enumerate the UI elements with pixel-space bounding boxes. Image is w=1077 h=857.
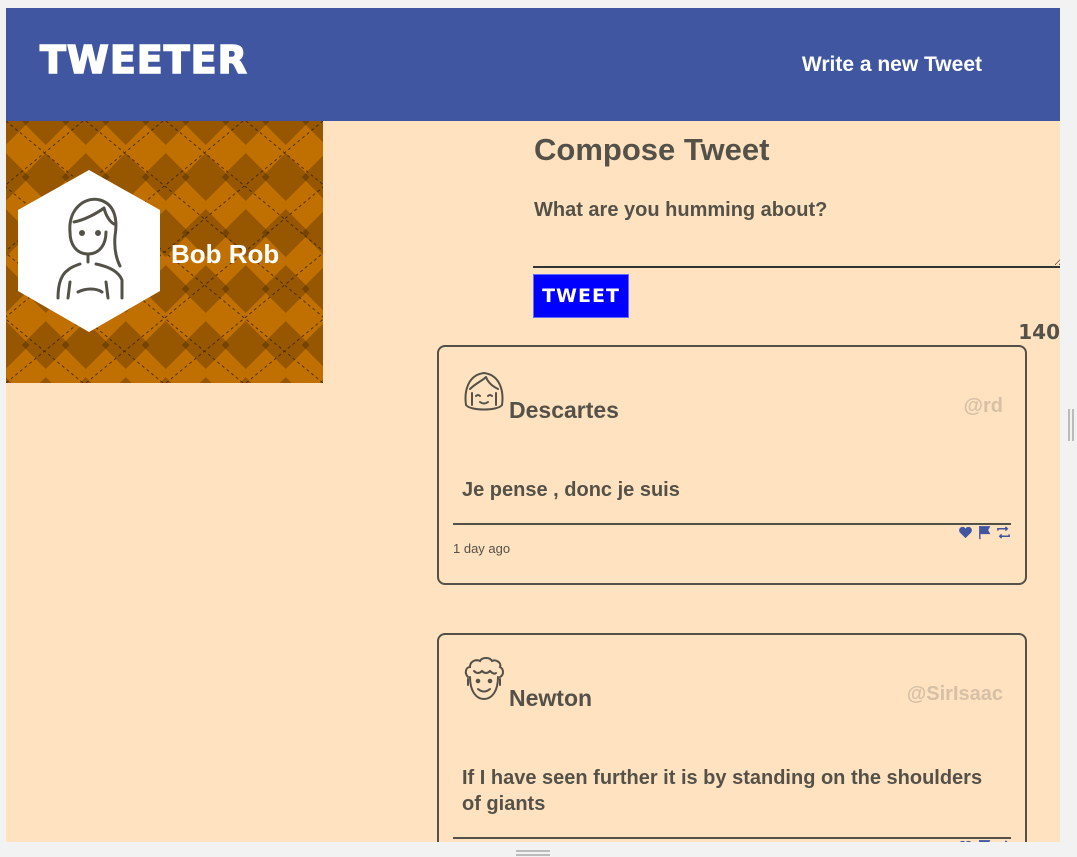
tweet-card: Newton @SirIsaac If I have seen further … (437, 633, 1027, 842)
girl-face-icon (464, 371, 504, 411)
horizontal-resize-handle[interactable] (516, 850, 550, 856)
tweet-divider (453, 837, 1011, 839)
tweet-author-handle[interactable]: @SirIsaac (907, 683, 1003, 706)
tweet-actions (958, 525, 1011, 540)
tweet-author-name: Descartes (509, 397, 619, 423)
retweet-icon[interactable] (996, 839, 1011, 842)
tweet-actions (958, 839, 1011, 842)
tweet-text-input[interactable] (533, 234, 1060, 268)
profile-name: Bob Rob (171, 239, 280, 269)
tweet-card: Descartes @rd Je pense , donc je suis 1 … (437, 345, 1027, 585)
flag-icon[interactable] (977, 525, 992, 540)
profile-avatar (18, 170, 160, 332)
tweet-submit-button[interactable]: TWEET (533, 274, 629, 318)
tweet-timestamp: 1 day ago (453, 541, 511, 556)
character-counter: 140 (1018, 320, 1060, 344)
tweet-author-name: Newton (509, 685, 593, 711)
tweet-divider (453, 523, 1011, 525)
brand-logo[interactable]: TWEETER (39, 37, 248, 83)
heart-icon[interactable] (958, 839, 973, 842)
compose-title: Compose Tweet (534, 132, 770, 167)
write-new-tweet-link[interactable]: Write a new Tweet (802, 53, 982, 77)
navbar: TWEETER Write a new Tweet (6, 8, 1060, 121)
flag-icon[interactable] (977, 839, 992, 842)
curly-hair-face-icon (464, 657, 504, 701)
tweet-text: If I have seen further it is by standing… (462, 767, 983, 815)
compose-label: What are you humming about? (534, 199, 828, 221)
retweet-icon[interactable] (996, 525, 1011, 540)
tweet-text: Je pense , donc je suis (462, 479, 680, 501)
profile-header: Bob Rob (6, 121, 323, 383)
heart-icon[interactable] (958, 525, 973, 540)
tweet-author-handle[interactable]: @rd (963, 395, 1003, 418)
vertical-resize-handle[interactable] (1068, 409, 1074, 441)
app-frame: TWEETER Write a new Tweet Bob Rob Compos… (6, 8, 1060, 842)
